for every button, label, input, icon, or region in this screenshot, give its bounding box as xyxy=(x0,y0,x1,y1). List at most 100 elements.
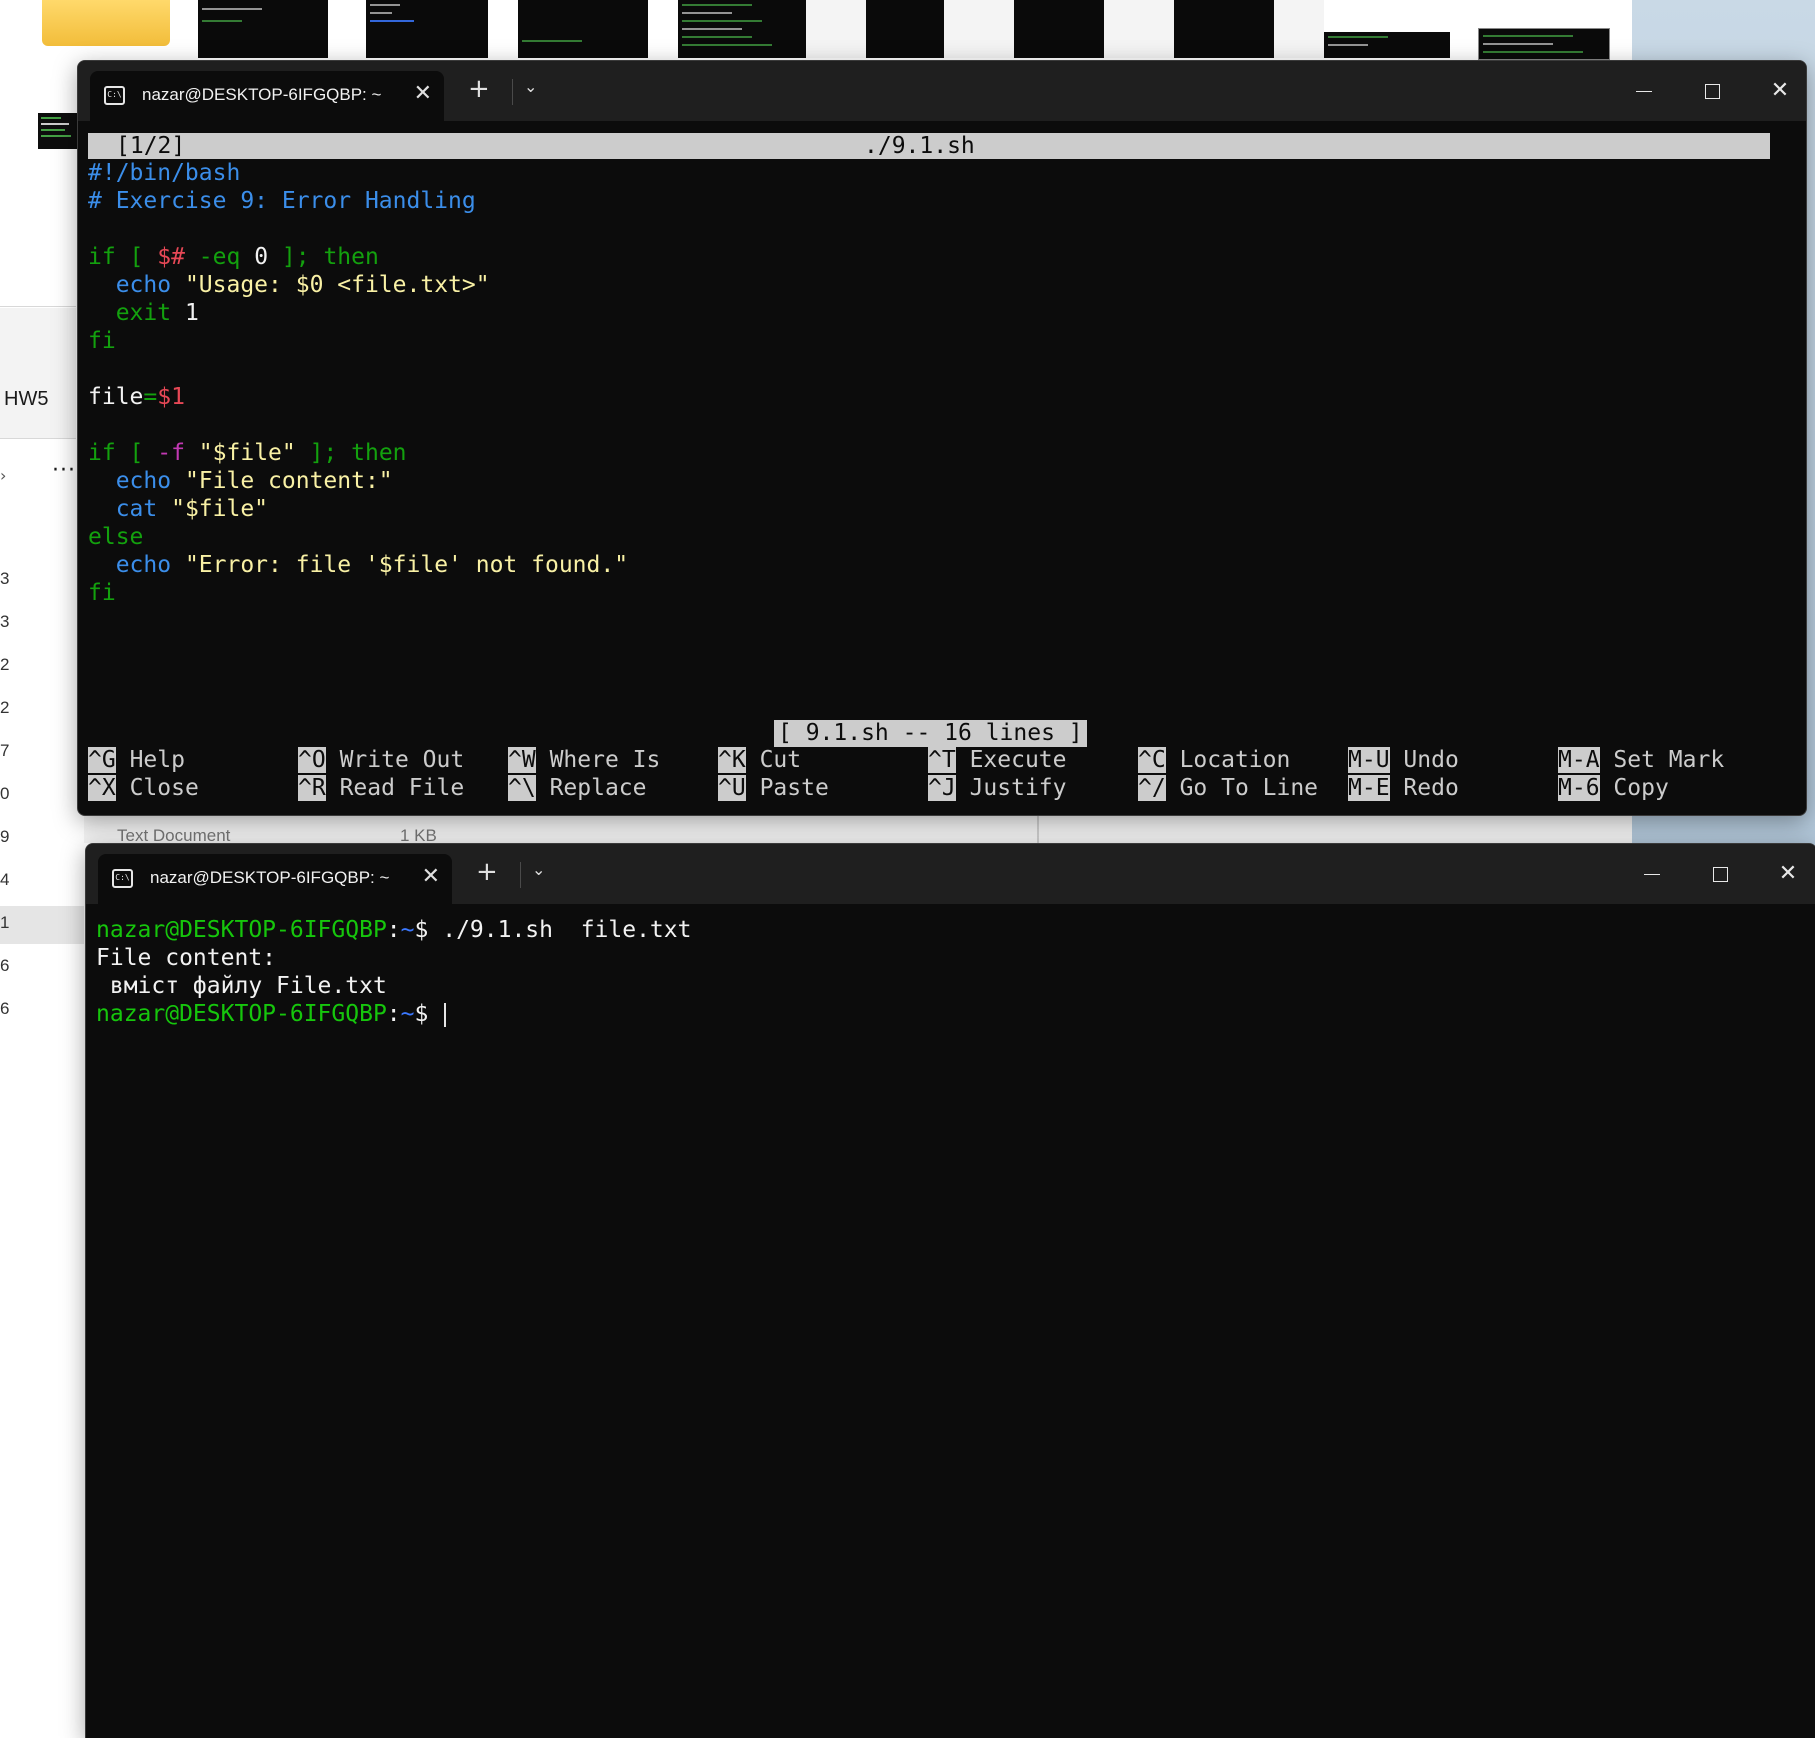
window-thumbnail[interactable] xyxy=(944,0,1014,58)
window-thumbnail[interactable] xyxy=(1324,32,1450,58)
code-line: echo "Error: file '$file' not found." xyxy=(88,552,629,578)
desktop-thumbnail[interactable] xyxy=(38,113,78,149)
divider xyxy=(0,306,76,307)
shortcut-write-out: ^O Write Out xyxy=(298,747,465,773)
shortcut-copy: M-6 Copy xyxy=(1558,775,1669,801)
maximize-button[interactable] xyxy=(1700,854,1740,894)
code-line: echo "File content:" xyxy=(88,468,393,494)
shortcut-replace: ^\ Replace xyxy=(508,775,647,801)
window-thumbnail[interactable] xyxy=(1274,0,1324,58)
terminal-tab[interactable]: C:\ nazar@DESKTOP-6IFGQBP: ~ ✕ xyxy=(98,854,452,904)
divider xyxy=(0,438,76,439)
terminal-output[interactable]: nazar@DESKTOP-6IFGQBP:~$ ./9.1.sh file.t… xyxy=(96,916,1806,1738)
window-thumbnail[interactable] xyxy=(1104,0,1174,58)
divider xyxy=(512,79,513,105)
nano-status-message: [ 9.1.sh -- 16 lines ] xyxy=(774,720,1087,747)
folder-name[interactable]: HW5 xyxy=(4,388,48,411)
chevron-down-icon[interactable]: ⌄ xyxy=(524,77,537,96)
code-line: exit 1 xyxy=(88,300,199,326)
file-row-size[interactable]: 2 xyxy=(0,655,9,675)
shortcut-set-mark: M-A Set Mark xyxy=(1558,747,1725,773)
tab-title: nazar@DESKTOP-6IFGQBP: ~ xyxy=(150,868,390,887)
close-tab-icon[interactable]: ✕ xyxy=(414,81,432,107)
explorer-header xyxy=(0,308,76,438)
code-line: if [ -f "$file" ]; then xyxy=(88,440,407,466)
file-name: ./9.1.sh xyxy=(864,133,975,159)
terminal-icon: C:\ xyxy=(104,86,125,105)
file-details-row[interactable] xyxy=(84,815,1632,843)
window-thumbnail[interactable] xyxy=(1478,28,1610,60)
new-tab-button[interactable]: + xyxy=(468,75,490,103)
title-bar[interactable]: C:\ nazar@DESKTOP-6IFGQBP: ~ ✕ + ⌄ ✕ xyxy=(86,844,1815,904)
window-thumbnail[interactable] xyxy=(366,0,488,58)
window-thumbnail[interactable] xyxy=(1014,0,1104,58)
close-window-button[interactable]: ✕ xyxy=(1760,71,1800,111)
text-cursor xyxy=(444,1002,447,1027)
shortcut-execute: ^T Execute xyxy=(928,747,1067,773)
folder-icon[interactable] xyxy=(42,0,170,46)
chevron-down-icon[interactable]: ⌄ xyxy=(532,860,545,879)
file-row-size[interactable]: 1 xyxy=(0,913,9,933)
window-thumbnail[interactable] xyxy=(518,0,648,58)
code-editor[interactable]: #!/bin/bash # Exercise 9: Error Handling… xyxy=(88,159,1796,815)
command-line: nazar@DESKTOP-6IFGQBP:~$ ./9.1.sh file.t… xyxy=(96,917,692,943)
divider xyxy=(520,862,521,888)
code-line: # Exercise 9: Error Handling xyxy=(88,188,476,214)
terminal-window-editor[interactable]: C:\ nazar@DESKTOP-6IFGQBP: ~ ✕ + ⌄ ✕ [1/… xyxy=(77,60,1807,816)
output-line: вміст файлу File.txt xyxy=(96,973,387,999)
file-row-size[interactable]: 7 xyxy=(0,741,9,761)
file-row-size[interactable]: 3 xyxy=(0,569,9,589)
file-row-size[interactable]: 9 xyxy=(0,827,9,847)
shortcut-location: ^C Location xyxy=(1138,747,1291,773)
minimize-icon xyxy=(1636,90,1652,92)
window-thumbnail[interactable] xyxy=(1174,0,1274,58)
terminal-window-shell[interactable]: C:\ nazar@DESKTOP-6IFGQBP: ~ ✕ + ⌄ ✕ naz… xyxy=(85,843,1815,1738)
close-tab-icon[interactable]: ✕ xyxy=(422,864,440,890)
selected-row[interactable] xyxy=(0,906,84,944)
new-tab-button[interactable]: + xyxy=(476,858,498,886)
minimize-button[interactable] xyxy=(1624,71,1664,111)
code-line: echo "Usage: $0 <file.txt>" xyxy=(88,272,490,298)
shortcut-paste: ^U Paste xyxy=(718,775,829,801)
shortcut-help: ^G Help xyxy=(88,747,185,773)
output-line: File content: xyxy=(96,945,277,971)
more-options-button[interactable]: ··· xyxy=(52,458,76,483)
shortcut-redo: M-E Redo xyxy=(1348,775,1459,801)
file-row-size[interactable]: 6 xyxy=(0,999,9,1019)
divider xyxy=(1037,815,1039,843)
maximize-icon xyxy=(1704,83,1720,99)
file-row-size[interactable]: 3 xyxy=(0,612,9,632)
code-line: #!/bin/bash xyxy=(88,160,241,186)
prompt-line: nazar@DESKTOP-6IFGQBP:~$ xyxy=(96,1000,1806,1028)
nano-title-bar: [1/2] ./9.1.sh xyxy=(88,133,1770,159)
code-line: fi xyxy=(88,328,116,354)
chevron-icon[interactable]: › xyxy=(0,466,6,485)
file-row-size[interactable]: 0 xyxy=(0,784,9,804)
file-row-size[interactable]: 4 xyxy=(0,870,9,890)
shortcut-undo: M-U Undo xyxy=(1348,747,1459,773)
terminal-tab[interactable]: C:\ nazar@DESKTOP-6IFGQBP: ~ ✕ xyxy=(90,71,444,121)
shortcut-justify: ^J Justify xyxy=(928,775,1067,801)
maximize-button[interactable] xyxy=(1692,71,1732,111)
window-thumbnail[interactable] xyxy=(678,0,806,58)
window-thumbnail[interactable] xyxy=(198,0,328,58)
shortcut-read-file: ^R Read File xyxy=(298,775,465,801)
window-thumbnail[interactable] xyxy=(806,0,866,58)
code-line: fi xyxy=(88,580,116,606)
shortcut-where-is: ^W Where Is xyxy=(508,747,661,773)
title-bar[interactable]: C:\ nazar@DESKTOP-6IFGQBP: ~ ✕ + ⌄ ✕ xyxy=(78,61,1806,121)
window-thumbnail[interactable] xyxy=(866,0,944,58)
shortcut-close: ^X Close xyxy=(88,775,199,801)
minimize-button[interactable] xyxy=(1632,854,1672,894)
code-line: file=$1 xyxy=(88,384,185,410)
minimize-icon xyxy=(1644,873,1660,875)
file-row-size[interactable]: 6 xyxy=(0,956,9,976)
code-line: else xyxy=(88,524,144,550)
file-row-size[interactable]: 2 xyxy=(0,698,9,718)
terminal-icon: C:\ xyxy=(112,869,133,888)
close-window-button[interactable]: ✕ xyxy=(1768,854,1808,894)
maximize-icon xyxy=(1712,866,1728,882)
